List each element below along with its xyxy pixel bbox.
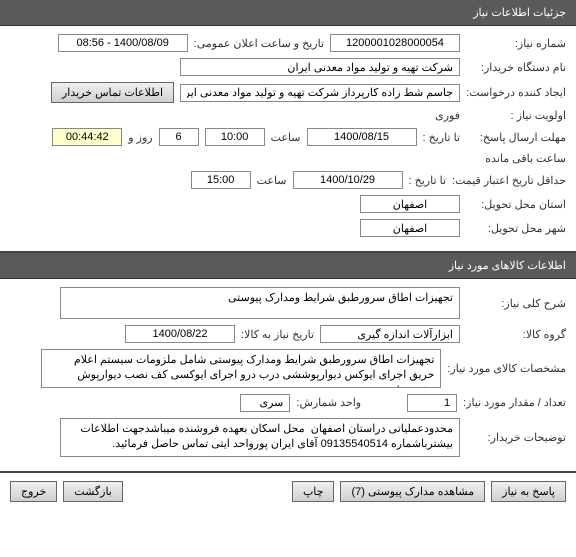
need-number-field[interactable] [330,34,460,52]
exit-button[interactable]: خروج [10,481,57,502]
respond-button[interactable]: پاسخ به نیاز [491,481,566,502]
unit-field[interactable] [240,394,290,412]
panel-header-need-details: جزئیات اطلاعات نیاز [0,0,576,26]
time-label-2: ساعت [257,174,287,187]
unit-label: واحد شمارش: [296,396,361,409]
priority-value: فوری [435,109,460,122]
to-date-label: تا تاریخ : [423,131,460,144]
contact-buyer-button[interactable]: اطلاعات تماس خریدار [51,82,174,103]
response-time-field[interactable] [205,128,265,146]
buyer-org-label: نام دستگاه خریدار: [466,61,566,74]
button-bar: پاسخ به نیاز مشاهده مدارک پیوستی (7) چاپ… [0,473,576,510]
need-details-section: شماره نیاز: تاریخ و ساعت اعلان عمومی: نا… [0,26,576,253]
goods-header-title: اطلاعات کالاهای مورد نیاز [449,260,566,272]
days-remaining-field[interactable] [159,128,199,146]
days-label: روز و [128,131,152,144]
qty-field[interactable] [407,394,457,412]
creator-field[interactable] [180,84,460,102]
province-field[interactable] [360,195,460,213]
header-title: جزئیات اطلاعات نیاز [473,7,566,19]
spec-field[interactable] [41,349,441,388]
response-date-field[interactable] [307,128,417,146]
need-number-label: شماره نیاز: [466,37,566,50]
city-field[interactable] [360,219,460,237]
buyer-notes-field[interactable] [60,418,460,457]
need-date-label: تاریخ نیاز به کالا: [241,328,314,341]
announce-date-label: تاریخ و ساعت اعلان عمومی: [194,37,324,50]
spec-label: مشخصات کالای مورد نیاز: [447,362,566,375]
province-label: استان محل تحویل: [466,198,566,211]
buyer-notes-label: توضیحات خریدار: [466,431,566,444]
response-deadline-label: مهلت ارسال پاسخ: [466,131,566,144]
to-date-label-2: تا تاریخ : [409,174,446,187]
priority-label: اولویت نیاز : [466,109,566,122]
remaining-label: ساعت باقی مانده [485,152,566,165]
qty-label: تعداد / مقدار مورد نياز: [463,396,566,409]
min-validity-date-field[interactable] [293,171,403,189]
creator-label: ایجاد کننده درخواست: [466,86,566,99]
goods-info-section: شرح کلی نیاز: گروه کالا: تاریخ نیاز به ک… [0,279,576,473]
city-label: شهر محل تحویل: [466,222,566,235]
panel-header-goods-info: اطلاعات کالاهای مورد نیاز [0,253,576,279]
min-validity-label: حداقل تاریخ اعتبار قیمت: [452,174,566,187]
back-button[interactable]: بازگشت [63,481,123,502]
group-label: گروه کالا: [466,328,566,341]
print-button[interactable]: چاپ [292,481,335,502]
min-validity-time-field[interactable] [191,171,251,189]
group-field[interactable] [320,325,460,343]
desc-label: شرح کلی نیاز: [466,297,566,310]
time-label-1: ساعت [271,131,301,144]
desc-field[interactable] [60,287,460,319]
need-date-field[interactable] [125,325,235,343]
countdown-field [52,128,122,146]
attachments-button[interactable]: مشاهده مدارک پیوستی (7) [340,481,485,502]
announce-date-field[interactable] [58,34,188,52]
buyer-org-field[interactable] [180,58,460,76]
